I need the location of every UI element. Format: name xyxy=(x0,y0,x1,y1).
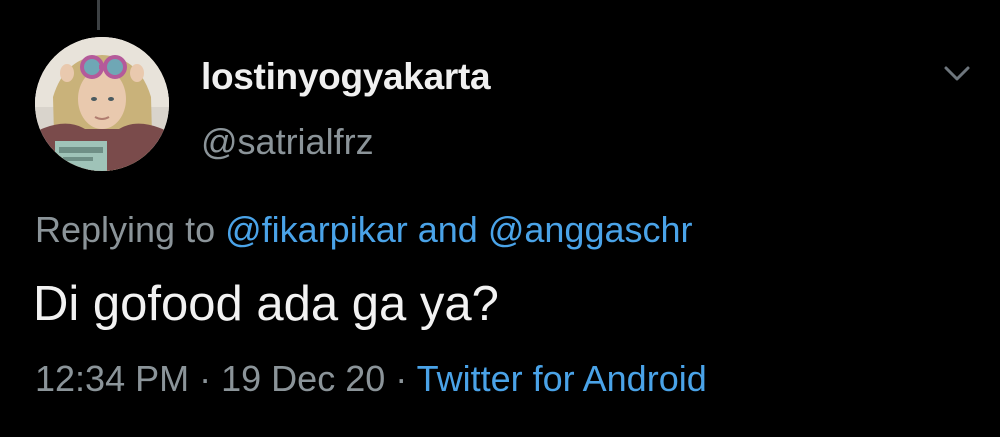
mention-link[interactable]: @fikarpikar xyxy=(225,209,408,250)
chevron-down-icon[interactable] xyxy=(940,62,974,86)
mention-link[interactable]: @anggaschr xyxy=(488,209,693,250)
replying-to: Replying to @fikarpikar and @anggaschr xyxy=(35,209,693,251)
avatar[interactable] xyxy=(35,37,169,171)
tweet-text: Di gofood ada ga ya? xyxy=(33,277,499,331)
thread-line xyxy=(97,0,100,30)
tweet-source[interactable]: Twitter for Android xyxy=(417,358,707,399)
tweet-time[interactable]: 12:34 PM xyxy=(35,358,189,399)
display-name[interactable]: lostinyogyakarta xyxy=(201,56,491,98)
user-handle[interactable]: @satrialfrz xyxy=(201,121,374,163)
avatar-image xyxy=(35,37,169,171)
meta-separator: · xyxy=(199,358,212,399)
replying-to-joiner: and xyxy=(417,209,478,250)
tweet-date[interactable]: 19 Dec 20 xyxy=(221,358,385,399)
replying-to-label: Replying to xyxy=(35,209,216,250)
meta-separator: · xyxy=(395,358,408,399)
tweet-meta: 12:34 PM · 19 Dec 20 · Twitter for Andro… xyxy=(35,358,707,400)
